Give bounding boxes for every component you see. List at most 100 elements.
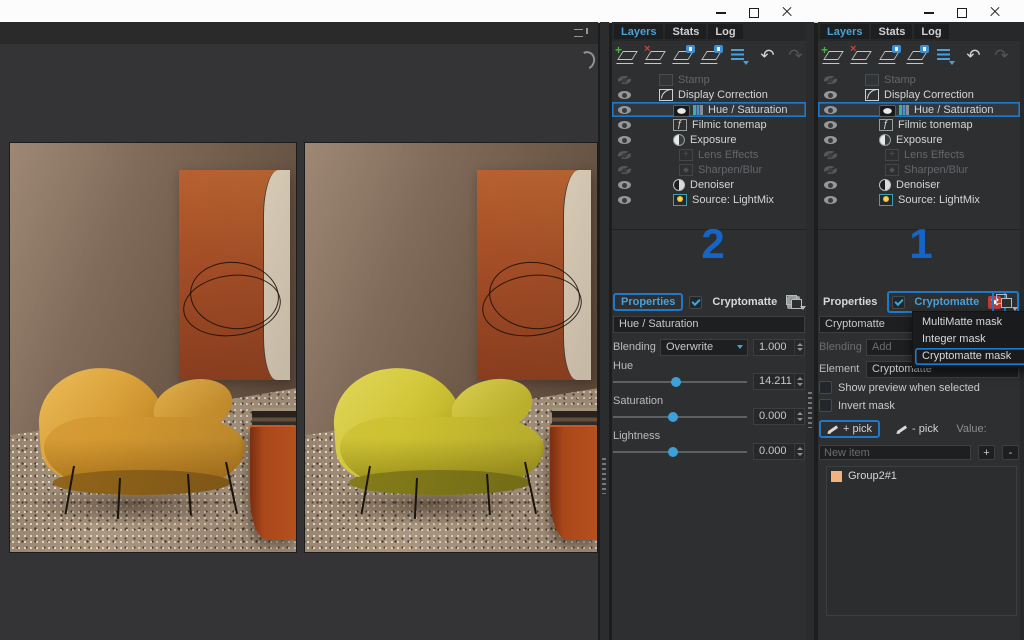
slider-handle[interactable] (668, 412, 678, 422)
save-layers-icon[interactable] (671, 45, 696, 67)
tab-layers[interactable]: Layers (820, 24, 869, 39)
spinner-arrows-icon[interactable] (794, 409, 804, 424)
slider-track[interactable] (613, 381, 747, 383)
restore-button[interactable] (737, 1, 770, 21)
menu-item-multimatte-mask[interactable]: MultiMatte mask (915, 314, 1024, 331)
add-item-button[interactable]: + (978, 445, 995, 460)
value-spinbox[interactable]: 14.211 (753, 373, 805, 390)
visibility-eye-icon[interactable] (824, 121, 837, 129)
add-properties-layer-icon[interactable] (992, 291, 1019, 313)
visibility-eye-icon[interactable] (824, 151, 837, 159)
layer-row-exposure[interactable]: Exposure (818, 132, 1020, 147)
panel-scrollbar[interactable] (806, 22, 814, 640)
cryptomatte-enable-checkbox[interactable] (892, 296, 905, 309)
load-layers-icon[interactable] (905, 45, 930, 67)
load-layers-icon[interactable] (699, 45, 724, 67)
new-item-input[interactable] (819, 445, 971, 460)
tab-log[interactable]: Log (708, 24, 742, 39)
layer-row-stamp[interactable]: Stamp (818, 72, 1020, 87)
visibility-eye-icon[interactable] (618, 151, 631, 159)
layer-row-denoiser[interactable]: Denoiser (612, 177, 806, 192)
blending-dropdown[interactable]: Overwrite (660, 339, 748, 356)
layer-row-sharpen-blur[interactable]: Sharpen/Blur (612, 162, 806, 177)
layer-row-stamp[interactable]: Stamp (612, 72, 806, 87)
slider-track[interactable] (613, 451, 747, 453)
canvas-scrollbar[interactable] (600, 22, 609, 640)
layer-list-icon[interactable] (727, 45, 752, 67)
visibility-eye-icon[interactable] (824, 76, 837, 84)
tab-properties[interactable]: Properties (819, 295, 881, 309)
undo-icon[interactable] (961, 45, 986, 67)
layer-row-sharpen-blur[interactable]: Sharpen/Blur (818, 162, 1020, 177)
blend-amount-spinbox[interactable]: 1.000 (753, 339, 805, 356)
close-button[interactable] (978, 1, 1011, 21)
visibility-eye-icon[interactable] (824, 166, 837, 174)
layer-name-field[interactable]: Hue / Saturation (613, 316, 805, 333)
minimize-button[interactable] (704, 1, 737, 21)
scrollbar-grip[interactable] (808, 392, 812, 428)
layer-row-source-lightmix[interactable]: Source: LightMix (818, 192, 1020, 207)
undo-icon[interactable] (755, 45, 780, 67)
layer-row-exposure[interactable]: Exposure (612, 132, 806, 147)
visibility-eye-icon[interactable] (824, 136, 837, 144)
visibility-eye-icon[interactable] (618, 181, 631, 189)
layer-row-lens-effects[interactable]: Lens Effects (612, 147, 806, 162)
visibility-eye-icon[interactable] (618, 121, 631, 129)
layer-row-lens-effects[interactable]: Lens Effects (818, 147, 1020, 162)
visibility-eye-icon[interactable] (618, 106, 631, 114)
menu-item-integer-mask[interactable]: Integer mask (915, 331, 1024, 348)
tab-cryptomatte[interactable]: Cryptomatte (708, 295, 781, 309)
close-button[interactable] (770, 1, 803, 21)
redo-icon[interactable] (989, 45, 1014, 67)
spinner-arrows-icon[interactable] (794, 340, 804, 355)
tab-log[interactable]: Log (914, 24, 948, 39)
option-checkbox[interactable] (819, 399, 832, 412)
visibility-eye-icon[interactable] (618, 136, 631, 144)
layer-row-display-correction[interactable]: Display Correction (612, 87, 806, 102)
visibility-eye-icon[interactable] (618, 196, 631, 204)
tab-properties[interactable]: Properties (613, 293, 683, 311)
minimize-button[interactable] (912, 1, 945, 21)
scrollbar-grip[interactable] (602, 458, 606, 494)
delete-layer-icon[interactable] (643, 45, 668, 67)
remove-item-button[interactable]: - (1002, 445, 1019, 460)
layer-row-filmic-tonemap[interactable]: Filmic tonemap (818, 117, 1020, 132)
layer-row-filmic-tonemap[interactable]: Filmic tonemap (612, 117, 806, 132)
pick-add-button[interactable]: + pick (819, 420, 880, 438)
tab-stats[interactable]: Stats (665, 24, 706, 39)
value-spinbox[interactable]: 0.000 (753, 408, 805, 425)
layer-row-hue-saturation[interactable]: Hue / Saturation (612, 102, 806, 117)
visibility-eye-icon[interactable] (618, 91, 631, 99)
matte-list-item[interactable]: Group2#1 (827, 467, 1016, 485)
cryptomatte-enable-checkbox[interactable] (689, 296, 702, 309)
add-properties-layer-icon[interactable] (784, 294, 805, 310)
restore-button[interactable] (945, 1, 978, 21)
visibility-eye-icon[interactable] (824, 196, 837, 204)
pick-remove-button[interactable]: - pick (890, 422, 944, 436)
option-checkbox[interactable] (819, 381, 832, 394)
visibility-eye-icon[interactable] (824, 181, 837, 189)
spinner-arrows-icon[interactable] (794, 374, 804, 389)
visibility-eye-icon[interactable] (824, 91, 837, 99)
stats-toggle-icon[interactable] (574, 27, 590, 39)
delete-layer-icon[interactable] (849, 45, 874, 67)
layer-list-icon[interactable] (933, 45, 958, 67)
menu-item-cryptomatte-mask[interactable]: Cryptomatte mask (915, 348, 1024, 365)
tab-cryptomatte[interactable]: Cryptomatte (910, 295, 983, 309)
tab-stats[interactable]: Stats (871, 24, 912, 39)
layer-row-hue-saturation[interactable]: Hue / Saturation (818, 102, 1020, 117)
slider-handle[interactable] (671, 377, 681, 387)
slider-track[interactable] (613, 416, 747, 418)
visibility-eye-icon[interactable] (618, 166, 631, 174)
spinner-arrows-icon[interactable] (794, 444, 804, 459)
redo-icon[interactable] (783, 45, 808, 67)
tab-layers[interactable]: Layers (614, 24, 663, 39)
save-layers-icon[interactable] (877, 45, 902, 67)
visibility-eye-icon[interactable] (824, 106, 837, 114)
visibility-eye-icon[interactable] (618, 76, 631, 84)
layer-row-source-lightmix[interactable]: Source: LightMix (612, 192, 806, 207)
add-layer-icon[interactable] (821, 45, 846, 67)
add-layer-icon[interactable] (615, 45, 640, 67)
value-spinbox[interactable]: 0.000 (753, 443, 805, 460)
layer-row-denoiser[interactable]: Denoiser (818, 177, 1020, 192)
